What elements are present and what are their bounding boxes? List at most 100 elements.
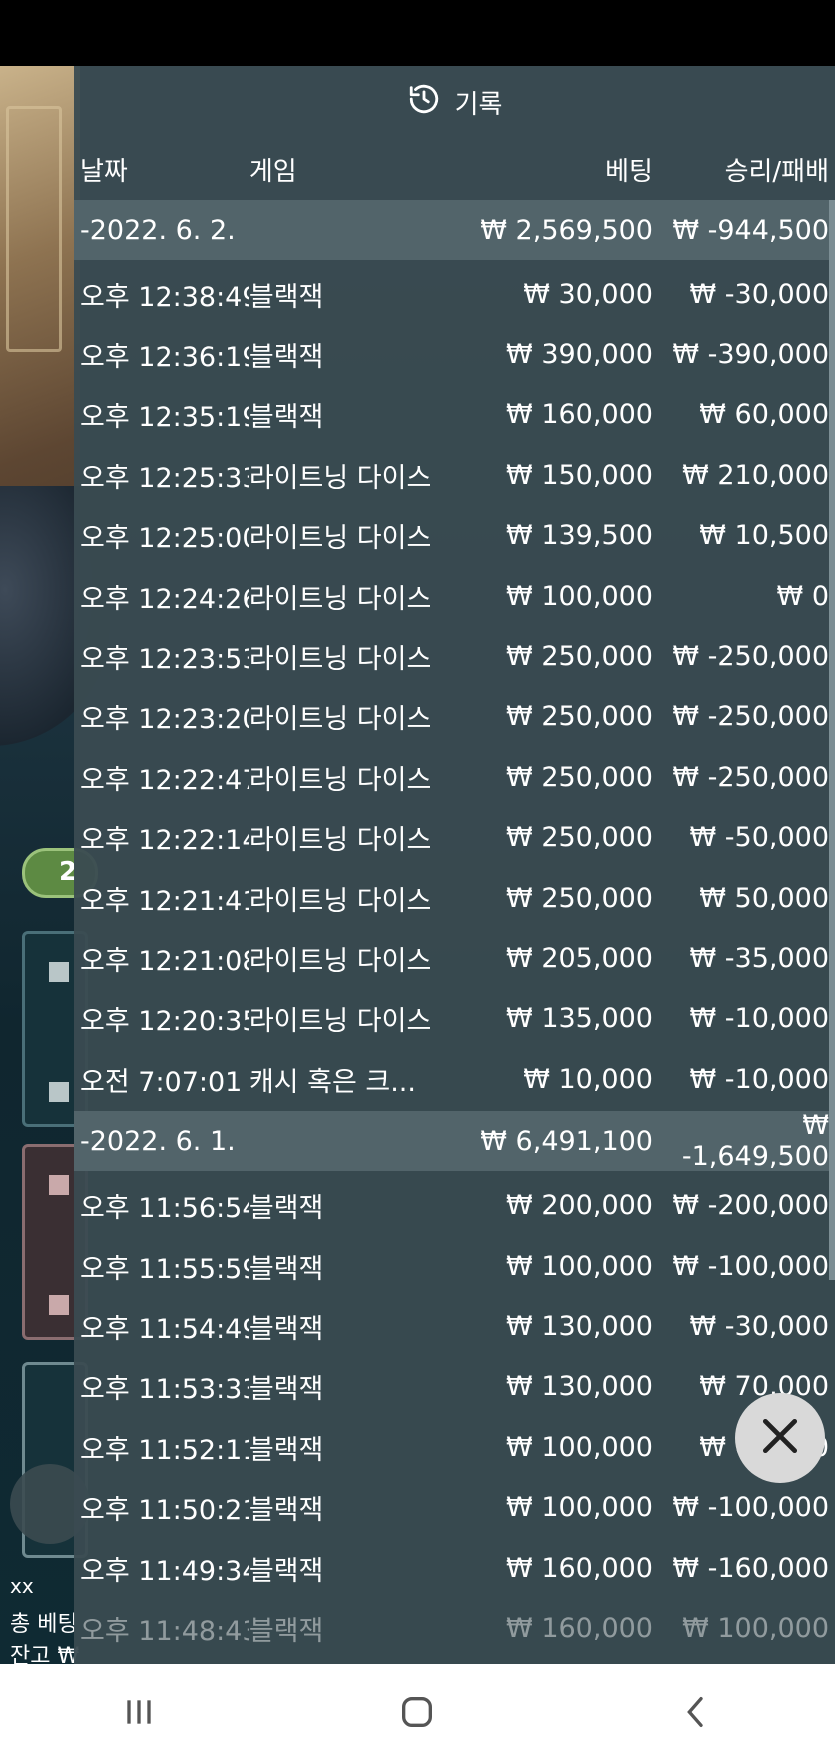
row-bet: ₩ 10,000 <box>523 1063 653 1095</box>
column-header-result: 승리/패배 <box>724 156 830 187</box>
row-result: ₩ -100,000 <box>672 1250 830 1282</box>
row-bet: ₩ 160,000 <box>506 1552 653 1584</box>
back-icon <box>676 1692 716 1736</box>
row-game: 블랙잭 <box>248 402 324 434</box>
day-total-result: ₩ -944,500 <box>672 214 830 246</box>
history-row[interactable]: 오후 12:38:49 블랙잭 ₩ 30,000 ₩ -30,000 <box>74 264 835 324</box>
recents-button[interactable] <box>109 1684 169 1744</box>
history-row[interactable]: 오후 12:21:08 라이트닝 다이스 ₩ 205,000 ₩ -35,000 <box>74 928 835 988</box>
row-bet: ₩ 100,000 <box>506 580 653 612</box>
history-row[interactable]: 오후 12:35:19 블랙잭 ₩ 160,000 ₩ 60,000 <box>74 385 835 445</box>
total-bet-label: 총 베팅 <box>10 1612 78 1637</box>
row-time: 오후 12:21:41 <box>80 885 249 917</box>
row-bet: ₩ 160,000 <box>506 1612 653 1644</box>
row-bet: ₩ 139,500 <box>506 520 653 552</box>
status-bar <box>0 0 835 66</box>
row-time: 오후 12:38:49 <box>80 281 249 313</box>
history-row[interactable]: 오후 11:53:33 블랙잭 ₩ 130,000 ₩ 70,000 <box>74 1357 835 1417</box>
row-result: ₩ -30,000 <box>689 1310 830 1342</box>
row-game: 라이트닝 다이스 <box>248 1006 432 1038</box>
day-rows: 오후 11:56:54 블랙잭 ₩ 200,000 ₩ -200,000 오후 11:5… <box>74 1171 835 1660</box>
day-total-bet: ₩ 6,491,100 <box>480 1125 653 1157</box>
row-result: ₩ -35,000 <box>689 942 830 974</box>
row-bet: ₩ 130,000 <box>506 1310 653 1342</box>
row-bet: ₩ 250,000 <box>506 761 653 793</box>
row-time: 오후 12:35:19 <box>80 402 249 434</box>
row-bet: ₩ 250,000 <box>506 882 653 914</box>
history-row[interactable]: 오후 12:20:35 라이트닝 다이스 ₩ 135,000 ₩ -10,000 <box>74 989 835 1049</box>
row-game: 블랙잭 <box>248 1313 324 1345</box>
day-summary-row[interactable]: -2022. 6. 1. ₩ 6,491,100 ₩ -1,649,500 <box>74 1110 835 1173</box>
row-time: 오후 11:55:59 <box>80 1253 249 1285</box>
history-row[interactable]: 오후 12:24:26 라이트닝 다이스 ₩ 100,000 ₩ 0 <box>74 566 835 626</box>
row-game: 라이트닝 다이스 <box>248 825 432 857</box>
row-game: 라이트닝 다이스 <box>248 462 432 494</box>
scrollbar[interactable] <box>829 200 835 1280</box>
row-time: 오후 11:52:11 <box>80 1434 249 1466</box>
row-time: 오후 12:22:14 <box>80 825 249 857</box>
day-total-result: ₩ -1,649,500 <box>681 1110 830 1173</box>
row-result: ₩ 100,000 <box>682 1612 830 1644</box>
row-result: ₩ -10,000 <box>689 1003 830 1035</box>
history-row[interactable]: 오후 12:22:14 라이트닝 다이스 ₩ 250,000 ₩ -50,000 <box>74 808 835 868</box>
row-game: 블랙잭 <box>248 1555 324 1587</box>
row-bet: ₩ 200,000 <box>506 1190 653 1222</box>
row-game: 블랙잭 <box>248 281 324 313</box>
row-bet: ₩ 100,000 <box>506 1492 653 1524</box>
history-row[interactable]: 오후 11:48:43 블랙잭 ₩ 160,000 ₩ 100,000 <box>74 1598 835 1658</box>
row-result: ₩ 70,000 <box>699 1371 830 1403</box>
panel-header: 기록 <box>74 66 835 138</box>
row-time: 오후 12:21:08 <box>80 945 249 977</box>
row-result: ₩ -10,000 <box>689 1063 830 1095</box>
recents-icon <box>119 1692 159 1736</box>
row-result: ₩ 60,000 <box>699 399 830 431</box>
history-row[interactable]: 오후 11:54:49 블랙잭 ₩ 130,000 ₩ -30,000 <box>74 1296 835 1356</box>
day-summary-row[interactable]: -2022. 6. 2. ₩ 2,569,500 ₩ -944,500 <box>74 200 835 260</box>
column-header-bet: 베팅 <box>605 156 653 187</box>
history-row[interactable]: 오후 11:50:21 블랙잭 ₩ 100,000 ₩ -100,000 <box>74 1477 835 1537</box>
history-row[interactable]: 오후 11:56:54 블랙잭 ₩ 200,000 ₩ -200,000 <box>74 1175 835 1235</box>
row-game: 라이트닝 다이스 <box>248 764 432 796</box>
row-time: 오후 12:24:26 <box>80 583 249 615</box>
history-row[interactable]: 오후 11:52:11블랙잭₩ 100,000₩ 60,000 <box>74 1417 835 1477</box>
history-row[interactable]: 오후 12:22:47 라이트닝 다이스 ₩ 250,000 ₩ -250,000 <box>74 747 835 807</box>
history-row[interactable]: 오후 12:21:41 라이트닝 다이스 ₩ 250,000 ₩ 50,000 <box>74 868 835 928</box>
history-panel: 기록 날짜 게임 베팅 승리/패배 -2022. 6. 2. ₩ 2,569,50… <box>74 66 835 1664</box>
row-result: ₩ -390,000 <box>672 339 830 371</box>
history-row[interactable]: 오후 12:23:20 라이트닝 다이스 ₩ 250,000 ₩ -250,000 <box>74 687 835 747</box>
column-header-date: 날짜 <box>80 156 128 187</box>
row-time: 오후 12:23:53 <box>80 644 249 676</box>
row-time: 오후 12:25:00 <box>80 523 249 555</box>
row-bet: ₩ 100,000 <box>506 1431 653 1463</box>
row-time: 오후 11:48:43 <box>80 1615 249 1647</box>
panel-title: 기록 <box>454 89 503 120</box>
history-list[interactable]: -2022. 6. 2. ₩ 2,569,500 ₩ -944,500 오후 12:3… <box>74 200 835 1661</box>
history-row[interactable]: 오전 7:07:01 캐시 혹은 크... ₩ 10,000 ₩ -10,000 <box>74 1049 835 1109</box>
row-time: 오후 12:20:35 <box>80 1006 249 1038</box>
row-game: 라이트닝 다이스 <box>248 945 432 977</box>
row-time: 오후 11:56:54 <box>80 1193 249 1225</box>
row-time: 오후 11:53:33 <box>80 1374 249 1406</box>
row-result: ₩ -250,000 <box>672 641 830 673</box>
row-result: ₩ -50,000 <box>689 822 830 854</box>
row-bet: ₩ 250,000 <box>506 641 653 673</box>
row-game: 라이트닝 다이스 <box>248 523 432 555</box>
row-time: 오후 11:54:49 <box>80 1313 249 1345</box>
history-row[interactable]: 오후 12:23:53 라이트닝 다이스 ₩ 250,000 ₩ -250,000 <box>74 626 835 686</box>
back-button[interactable] <box>666 1684 726 1744</box>
history-row[interactable]: 오후 12:36:19 블랙잭 ₩ 390,000 ₩ -390,000 <box>74 324 835 384</box>
row-bet: ₩ 130,000 <box>506 1371 653 1403</box>
history-row[interactable]: 오후 12:25:33 라이트닝 다이스 ₩ 150,000 ₩ 210,000 <box>74 445 835 505</box>
row-game: 블랙잭 <box>248 1615 324 1647</box>
day-date: -2022. 6. 1. <box>80 1125 236 1157</box>
history-row[interactable]: 오후 12:25:00 라이트닝 다이스 ₩ 139,500 ₩ 10,500 <box>74 506 835 566</box>
home-button[interactable] <box>387 1684 447 1744</box>
row-game: 블랙잭 <box>248 1374 324 1406</box>
history-clock-icon <box>407 82 441 123</box>
close-button[interactable] <box>735 1393 825 1483</box>
history-row[interactable]: 오후 11:55:59 블랙잭 ₩ 100,000 ₩ -100,000 <box>74 1236 835 1296</box>
history-row[interactable]: 오후 11:49:34 블랙잭 ₩ 160,000 ₩ -160,000 <box>74 1538 835 1598</box>
row-result: ₩ -250,000 <box>672 701 830 733</box>
close-icon <box>758 1414 802 1462</box>
row-bet: ₩ 250,000 <box>506 822 653 854</box>
